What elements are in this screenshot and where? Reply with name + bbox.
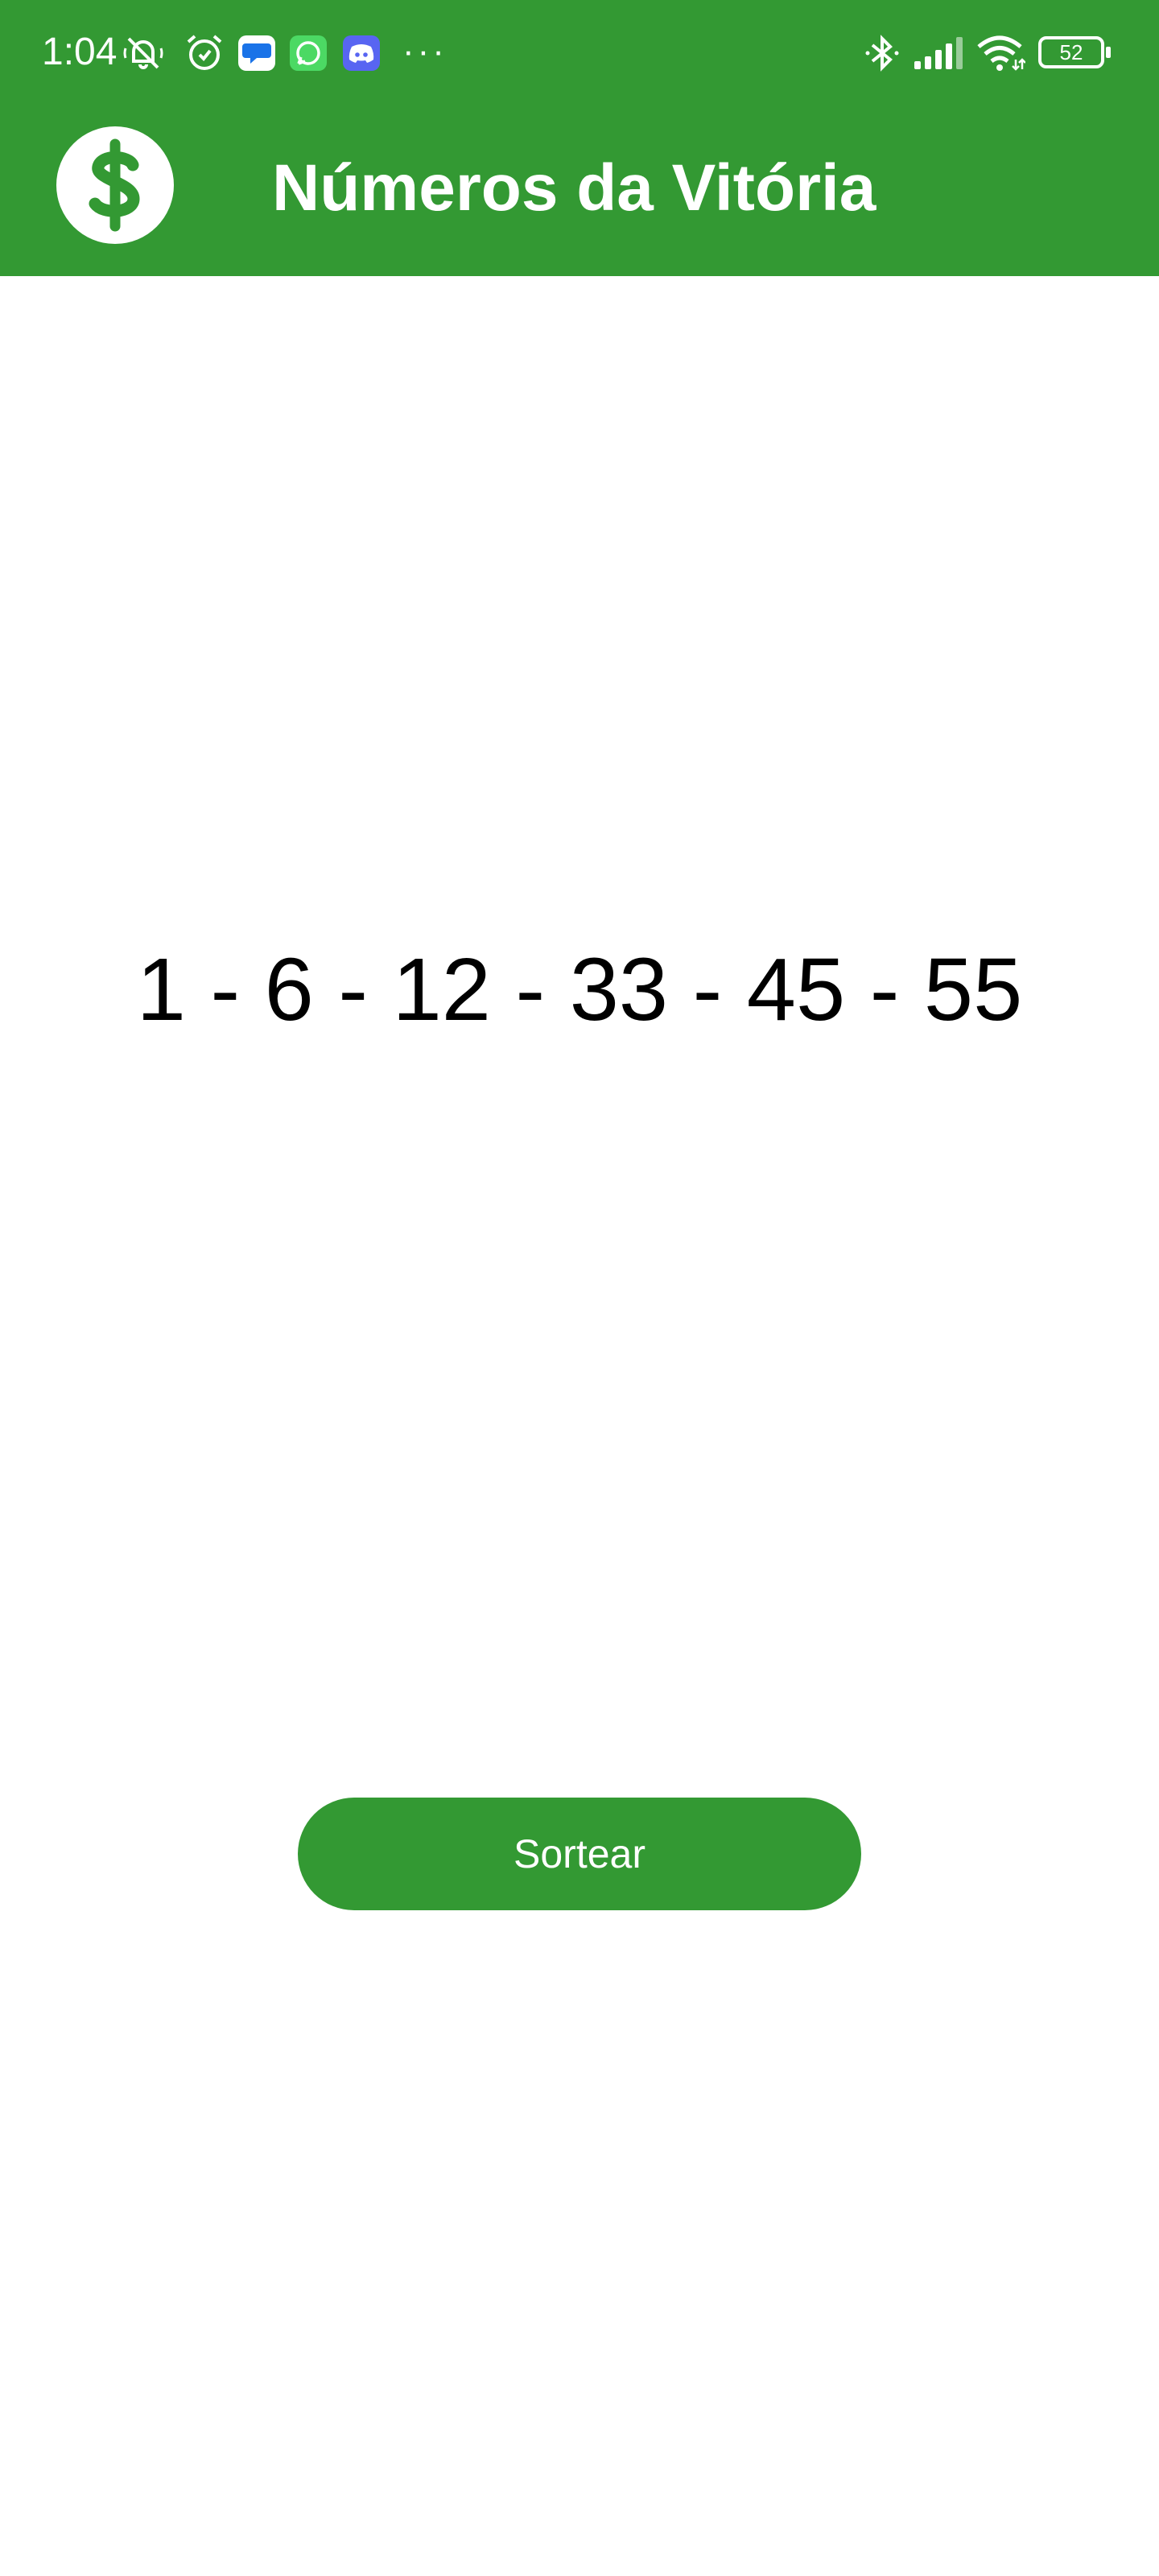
top-header: 1:04 ··· 52 Números da Vitória <box>0 0 1159 276</box>
draw-button[interactable]: Sortear <box>298 1798 861 1910</box>
drawn-numbers: 1 - 6 - 12 - 33 - 45 - 55 <box>136 940 1023 1039</box>
battery-icon: 52 <box>1038 36 1111 68</box>
messages-icon <box>237 32 278 74</box>
discord-icon <box>341 32 383 74</box>
status-bar: 1:04 ··· 52 <box>0 0 1159 105</box>
mute-notifications-icon <box>122 32 164 74</box>
screen: 1:04 ··· 52 Números da Vitória 1 - 6 - 1… <box>0 0 1159 2576</box>
status-time: 1:04 <box>42 31 118 73</box>
dollar-icon <box>56 126 174 244</box>
bluetooth-icon <box>861 32 903 74</box>
battery-level: 52 <box>1059 40 1083 64</box>
wifi-icon <box>975 32 1026 74</box>
signal-icon <box>913 32 966 74</box>
alarm-icon <box>184 32 225 74</box>
app-title: Números da Vitória <box>272 151 876 225</box>
more-notifications-indicator: ··· <box>402 31 448 71</box>
whatsapp-icon <box>288 32 330 74</box>
